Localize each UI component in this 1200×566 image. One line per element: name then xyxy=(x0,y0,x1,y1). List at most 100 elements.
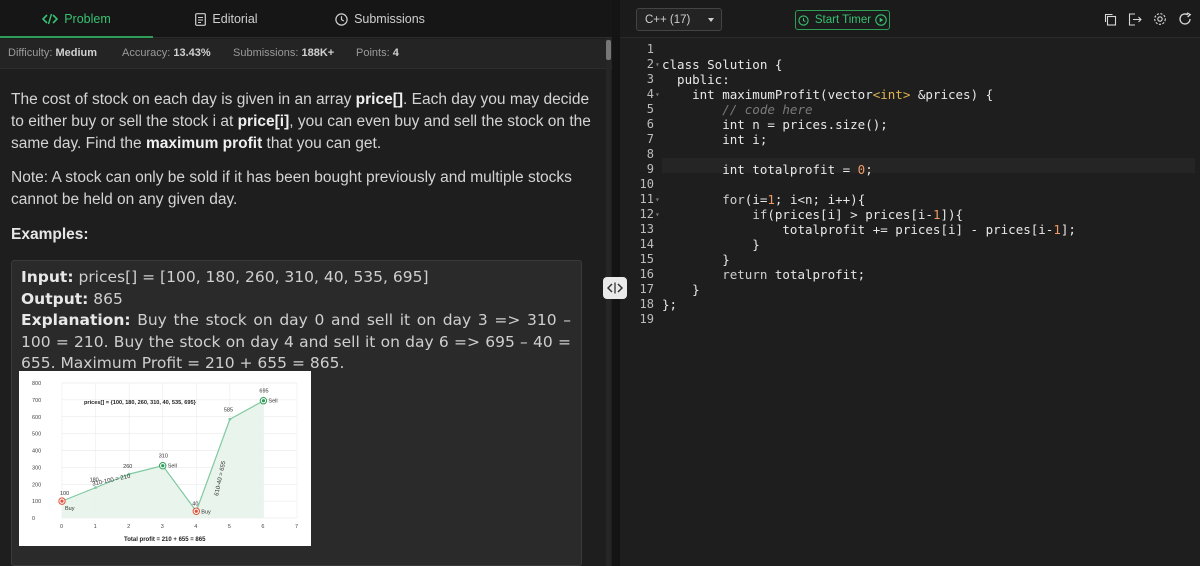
resize-handle-icon[interactable] xyxy=(603,277,627,299)
points: Points: 4 xyxy=(356,47,399,59)
problem-panel: Problem Editorial Submissions Difficulty… xyxy=(0,0,612,566)
language-select[interactable]: C++ (17) xyxy=(636,8,722,31)
line-number: 18 xyxy=(639,297,654,311)
code-line: totalprofit += prices[i] - prices[i-1]; xyxy=(662,222,1076,237)
accuracy: Accuracy: 13.43% xyxy=(122,47,211,59)
start-timer-label: Start Timer xyxy=(814,14,872,26)
line-number: 17 xyxy=(639,282,654,296)
play-icon xyxy=(875,14,887,26)
tab-submissions-label: Submissions xyxy=(354,12,425,26)
code-line: for(i=1; i<n; i++){ xyxy=(722,192,866,207)
timer-icon xyxy=(798,14,809,26)
chart-title: prices[] = {100, 180, 260, 310, 40, 535,… xyxy=(84,400,197,406)
data-label: 40 xyxy=(192,501,198,507)
line-number: 2 xyxy=(646,57,654,71)
y-tick-label: 700 xyxy=(32,398,41,404)
chevron-down-icon xyxy=(708,18,714,22)
buy-marker-dot xyxy=(194,509,198,513)
line-number: 19 xyxy=(639,312,654,326)
data-label: 310 xyxy=(159,454,168,460)
clock-icon xyxy=(335,12,348,26)
x-tick-label: 1 xyxy=(94,524,97,530)
code-line: } xyxy=(662,252,730,267)
tab-editorial[interactable]: Editorial xyxy=(153,0,300,38)
exit-icon[interactable] xyxy=(1128,12,1142,26)
sell-marker-dot xyxy=(261,399,266,403)
marker-label: Sell xyxy=(168,464,177,470)
left-scrollbar[interactable] xyxy=(606,38,611,566)
copy-icon[interactable] xyxy=(1103,12,1117,26)
x-tick-label: 3 xyxy=(161,524,164,530)
code-line: } xyxy=(662,237,760,252)
editor-panel: C++ (17) Start Timer 1 2 ▾ 3 4 ▾ 5 6 7 8 9 10 11 ▾ xyxy=(620,0,1200,566)
code-line: return totalprofit; xyxy=(722,267,866,282)
line-number: 5 xyxy=(646,102,654,116)
code-line: int totalprofit = 0; xyxy=(662,162,873,177)
y-tick-label: 800 xyxy=(32,381,41,387)
y-tick-label: 200 xyxy=(32,482,41,488)
example-chart: 0 100 200 300 400 500 600 700 800 0 1 2 3 4 5 6 7 100 180 2… xyxy=(19,371,311,546)
line-number: 10 xyxy=(639,177,654,191)
line-number: 6 xyxy=(646,117,654,131)
fold-arrow-icon[interactable]: ▾ xyxy=(655,57,660,72)
x-tick-label: 2 xyxy=(127,524,130,530)
x-tick-label: 4 xyxy=(194,524,197,530)
marker-label: Buy xyxy=(65,506,75,512)
example-explanation: Explanation: Buy the stock on day 0 and … xyxy=(21,311,571,372)
x-tick-label: 6 xyxy=(261,524,264,530)
refresh-icon[interactable] xyxy=(1178,12,1192,26)
code-line: if(prices[i] > prices[i-1]){ xyxy=(752,207,964,222)
x-axis-label: Total profit = 210 + 655 = 865 xyxy=(124,537,206,543)
example-output: Output: 865 xyxy=(21,289,123,308)
data-label: 695 xyxy=(259,389,268,395)
example-box: Input: prices[] = [100, 180, 260, 310, 4… xyxy=(11,260,582,566)
example-input: Input: prices[] = [100, 180, 260, 310, 4… xyxy=(21,268,429,286)
left-scrollbar-thumb[interactable] xyxy=(606,40,611,60)
examples-heading: Examples: xyxy=(11,226,89,243)
line-number: 14 xyxy=(639,237,654,251)
line-number: 4 xyxy=(646,87,654,101)
fold-arrow-icon[interactable]: ▾ xyxy=(655,87,660,102)
line-number: 9 xyxy=(646,162,654,176)
panel-tabs: Problem Editorial Submissions xyxy=(0,0,612,38)
code-line: int i; xyxy=(662,132,768,147)
data-label: 260 xyxy=(123,464,132,470)
code-line: class Solution { xyxy=(662,57,783,72)
fold-arrow-icon[interactable]: ▾ xyxy=(655,192,660,207)
code-editor[interactable]: 1 2 ▾ 3 4 ▾ 5 6 7 8 9 10 11 ▾ 12 ▾ 13 14 15 16 17 18 19 class … xyxy=(620,38,1200,566)
x-tick-label: 0 xyxy=(60,524,63,530)
code-line: int maximumProfit(vector<int> &prices) { xyxy=(662,87,994,102)
line-number: 7 xyxy=(646,132,654,146)
y-tick-label: 500 xyxy=(32,432,41,438)
tab-submissions[interactable]: Submissions xyxy=(300,0,460,38)
right-scrollbar[interactable] xyxy=(1195,38,1200,566)
settings-icon[interactable] xyxy=(1153,12,1167,26)
code-line: } xyxy=(662,282,700,297)
difficulty: Difficulty: Medium xyxy=(8,47,98,59)
line-number: 13 xyxy=(639,222,654,236)
line-number: 12 xyxy=(639,207,654,221)
start-timer-button[interactable]: Start Timer xyxy=(795,10,890,30)
code-line: // code here xyxy=(662,102,813,117)
line-number-gutter: 1 2 ▾ 3 4 ▾ 5 6 7 8 9 10 11 ▾ 12 ▾ 13 14 15 16 17 18 19 xyxy=(620,38,662,566)
x-tick-label: 5 xyxy=(228,524,231,530)
y-tick-label: 600 xyxy=(32,415,41,421)
tab-editorial-label: Editorial xyxy=(212,12,258,26)
data-point xyxy=(228,417,232,421)
line-number: 15 xyxy=(639,252,654,266)
problem-note: Note: A stock can only be sold if it has… xyxy=(11,169,572,208)
y-tick-label: 300 xyxy=(32,465,41,471)
y-tick-label: 400 xyxy=(32,449,41,455)
tab-problem[interactable]: Problem xyxy=(0,0,153,38)
example-text: Input: prices[] = [100, 180, 260, 310, 4… xyxy=(21,267,571,375)
y-tick-label: 100 xyxy=(32,499,41,505)
problem-meta: Difficulty: Medium Accuracy: 13.43% Subm… xyxy=(0,39,612,69)
chart-svg: 01002003004005006007008000 1 2 3 4 5 6 71001802… xyxy=(32,381,298,543)
line-number: 3 xyxy=(646,72,654,86)
editor-toolbar: C++ (17) Start Timer xyxy=(620,0,1200,38)
line-number: 1 xyxy=(646,42,654,56)
code-line: public: xyxy=(662,72,730,87)
code-line: }; xyxy=(662,297,678,312)
fold-arrow-icon[interactable]: ▾ xyxy=(655,207,660,222)
line-number: 16 xyxy=(639,267,654,281)
